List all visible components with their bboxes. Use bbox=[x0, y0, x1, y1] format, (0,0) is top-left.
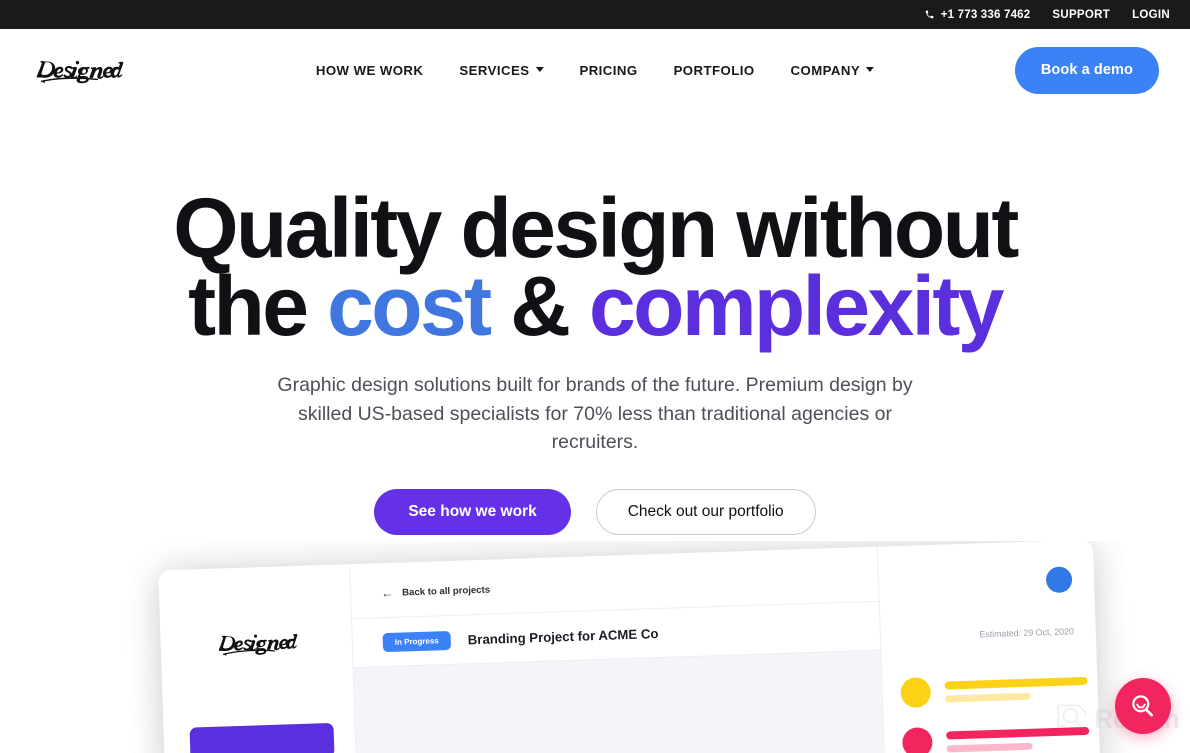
hero-subheading: Graphic design solutions built for brand… bbox=[277, 374, 913, 454]
mockup-project-panel: ← Back to all projects In Progress Brand… bbox=[350, 546, 888, 753]
headline-ampersand: & bbox=[489, 259, 589, 354]
phone-number-text: +1 773 336 7462 bbox=[940, 8, 1031, 21]
skeleton-bars bbox=[944, 676, 1088, 703]
book-a-demo-button[interactable]: Book a demo bbox=[1014, 46, 1159, 94]
chevron-down-icon bbox=[535, 67, 544, 72]
nav-item-company[interactable]: COMPANY bbox=[791, 63, 875, 78]
hero-section: Quality design without the cost & comple… bbox=[0, 111, 1190, 535]
chevron-down-icon bbox=[866, 67, 875, 72]
dashboard-mockup-card: ← Back to all projects In Progress Brand… bbox=[158, 541, 1103, 753]
skeleton-bar bbox=[946, 742, 1033, 753]
mockup-canvas-area bbox=[353, 649, 884, 753]
nav-item-label: HOW WE WORK bbox=[315, 62, 424, 78]
mockup-title-row: In Progress Branding Project for ACME Co bbox=[352, 602, 880, 653]
see-how-we-work-button[interactable]: See how we work bbox=[374, 488, 571, 535]
nav-item-label: COMPANY bbox=[790, 62, 861, 78]
mockup-main-area: ← Back to all projects In Progress Brand… bbox=[350, 541, 1103, 753]
support-link[interactable]: SUPPORT bbox=[1052, 9, 1110, 21]
headline-the: the bbox=[188, 259, 328, 354]
page-title: Quality design without the cost & comple… bbox=[0, 186, 1190, 348]
login-link[interactable]: LOGIN bbox=[1132, 9, 1170, 21]
skeleton-bar bbox=[946, 726, 1090, 740]
phone-icon bbox=[925, 10, 934, 19]
skeleton-bar bbox=[944, 692, 1031, 703]
arrow-left-icon: ← bbox=[380, 585, 394, 601]
nav-item-services[interactable]: SERVICES bbox=[459, 62, 544, 78]
nav-item-how-we-work[interactable]: HOW WE WORK bbox=[316, 63, 424, 78]
nav-item-label: SERVICES bbox=[459, 62, 530, 78]
skeleton-bars bbox=[946, 726, 1090, 753]
nav-item-label: PRICING bbox=[579, 62, 638, 78]
mockup-right-panel: Estimated: 29 Oct, 2020 bbox=[878, 541, 1103, 753]
nav-item-label: PORTFOLIO bbox=[673, 62, 755, 78]
mockup-sidebar-cta-button[interactable] bbox=[189, 722, 335, 753]
top-utility-bar: +1 773 336 7462 SUPPORT LOGIN bbox=[0, 0, 1190, 29]
status-badge: In Progress bbox=[382, 630, 452, 653]
avatar bbox=[901, 727, 933, 753]
phone-number[interactable]: +1 773 336 7462 bbox=[925, 9, 1031, 21]
nav-item-portfolio[interactable]: PORTFOLIO bbox=[674, 63, 755, 78]
avatar bbox=[1045, 566, 1073, 594]
headline-cost: cost bbox=[327, 259, 492, 354]
main-navigation: HOW WE WORK SERVICES PRICING PORTFOLIO C… bbox=[0, 29, 1190, 111]
avatar bbox=[900, 677, 932, 709]
list-item bbox=[901, 722, 1090, 753]
mockup-sidebar-logo bbox=[218, 633, 297, 656]
hero-cta-group: See how we work Check out our portfolio bbox=[0, 488, 1190, 535]
help-chat-widget-button[interactable] bbox=[1115, 678, 1171, 734]
nav-links: HOW WE WORK SERVICES PRICING PORTFOLIO C… bbox=[316, 62, 875, 78]
back-to-projects-label: Back to all projects bbox=[401, 584, 491, 599]
headline-complexity: complexity bbox=[589, 259, 1004, 354]
skeleton-bar bbox=[944, 676, 1088, 690]
search-smile-icon bbox=[1132, 695, 1154, 717]
back-to-projects-link[interactable]: ← Back to all projects bbox=[350, 547, 878, 600]
mockup-project-title: Branding Project for ACME Co bbox=[467, 626, 659, 648]
check-out-portfolio-button[interactable]: Check out our portfolio bbox=[595, 488, 816, 535]
mockup-sidebar bbox=[158, 564, 361, 753]
mockup-activity-list bbox=[900, 672, 1090, 753]
site-logo[interactable] bbox=[31, 53, 126, 87]
dashboard-mockup-container: ← Back to all projects In Progress Brand… bbox=[0, 541, 1190, 753]
estimated-date: Estimated: 29 Oct, 2020 bbox=[979, 626, 1074, 640]
nav-item-pricing[interactable]: PRICING bbox=[579, 63, 637, 78]
list-item bbox=[900, 672, 1088, 709]
